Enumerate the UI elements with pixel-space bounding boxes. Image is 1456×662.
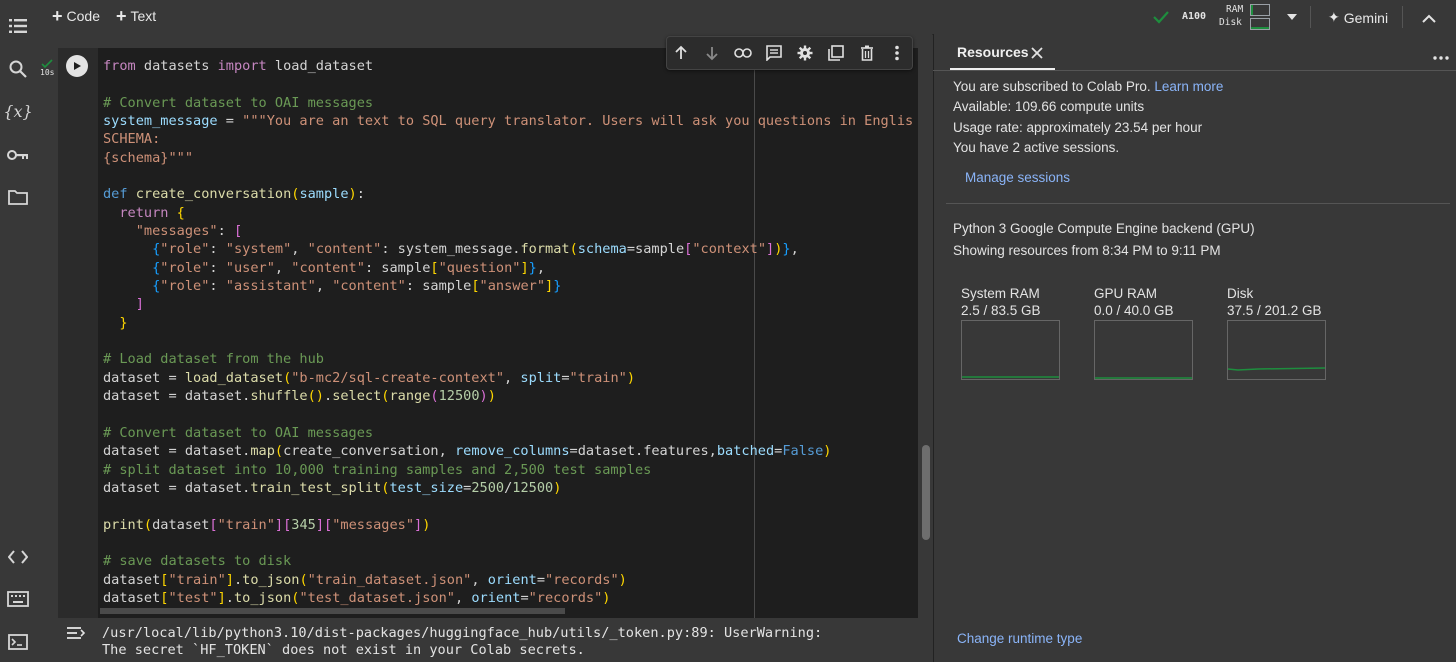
code-line[interactable]: # Convert dataset to OAI messages	[103, 94, 373, 112]
code-line[interactable]: dataset = load_dataset("b-mc2/sql-create…	[103, 369, 635, 387]
code-line[interactable]: dataset["train"].to_json("train_dataset.…	[103, 571, 627, 589]
resource-value: 37.5 / 201.2 GB	[1227, 303, 1322, 318]
ram-label: RAM	[1226, 4, 1244, 15]
usage-rate: Usage rate: approximately 23.54 per hour	[953, 120, 1203, 135]
panel-more-icon[interactable]	[1433, 47, 1449, 65]
move-up-icon[interactable]	[671, 43, 691, 63]
link-icon[interactable]	[733, 43, 753, 63]
code-line[interactable]: {"role": "assistant", "content": sample[…	[103, 277, 561, 295]
code-line[interactable]: # split dataset into 10,000 training sam…	[103, 461, 651, 479]
code-line[interactable]: from datasets import load_dataset	[103, 57, 373, 75]
runtime-resources-button[interactable]: A100 RAM Disk	[1182, 0, 1272, 34]
subscription-text: You are subscribed to Colab Pro. Learn m…	[953, 79, 1224, 94]
top-toolbar: + Code + Text A100 RAM Disk ✦ Gemini	[36, 0, 1456, 35]
key-icon[interactable]	[6, 143, 30, 167]
delete-icon[interactable]	[857, 43, 877, 63]
add-code-button[interactable]: + Code	[52, 6, 100, 26]
tab-resources[interactable]: Resources	[957, 44, 1029, 60]
gemini-label: Gemini	[1343, 9, 1389, 26]
backend-info: Python 3 Google Compute Engine backend (…	[953, 221, 1255, 236]
learn-more-link[interactable]: Learn more	[1154, 79, 1223, 94]
add-code-label: Code	[66, 8, 100, 24]
code-line[interactable]: ]	[103, 295, 144, 313]
more-options-icon[interactable]	[887, 43, 907, 63]
divider	[946, 203, 1450, 204]
mirror-cell-icon[interactable]	[826, 43, 846, 63]
runtime-dropdown-icon[interactable]	[1286, 10, 1298, 28]
notebook-scrollbar-track	[920, 34, 932, 662]
notebook-scrollbar-thumb[interactable]	[922, 445, 930, 540]
code-line[interactable]: "messages": [	[103, 222, 242, 240]
command-palette-icon[interactable]	[6, 587, 30, 611]
code-line[interactable]: # Convert dataset to OAI messages	[103, 424, 373, 442]
code-line[interactable]: dataset = dataset.train_test_split(test_…	[103, 479, 561, 497]
code-snippets-icon[interactable]	[6, 545, 30, 569]
resource-label: System RAM	[961, 286, 1040, 301]
comment-icon[interactable]	[764, 43, 784, 63]
code-line[interactable]: print(dataset["train"][345]["messages"])	[103, 516, 430, 534]
cell-gutter	[58, 48, 98, 618]
code-line[interactable]: SCHEMA:	[103, 130, 160, 148]
disk-meter	[1250, 18, 1270, 30]
gemini-button[interactable]: ✦ Gemini	[1328, 9, 1388, 26]
code-line[interactable]: dataset["test"].to_json("test_dataset.js…	[103, 589, 610, 607]
horizontal-scrollbar[interactable]	[100, 608, 565, 614]
code-line[interactable]: system_message = """You are an text to S…	[103, 112, 913, 130]
terminal-icon[interactable]	[6, 630, 30, 654]
add-text-label: Text	[130, 8, 157, 24]
resource-label: Disk	[1227, 286, 1254, 301]
code-line[interactable]: }	[103, 314, 127, 332]
line-length-ruler	[754, 48, 755, 618]
resource-value: 2.5 / 83.5 GB	[961, 303, 1041, 318]
gpu-ram-chart	[1094, 320, 1193, 380]
active-sessions: You have 2 active sessions.	[953, 140, 1120, 155]
table-of-contents-icon[interactable]	[6, 14, 30, 38]
close-icon[interactable]	[1031, 46, 1043, 64]
disk-label: Disk	[1219, 17, 1242, 28]
gpu-label: A100	[1182, 11, 1207, 22]
active-tab-indicator	[950, 68, 1055, 70]
left-sidebar: {x}	[0, 0, 37, 662]
variables-icon[interactable]: {x}	[3, 99, 32, 123]
code-line[interactable]: def create_conversation(sample):	[103, 185, 365, 203]
manage-sessions-link[interactable]: Manage sessions	[965, 170, 1070, 185]
move-down-icon[interactable]	[702, 43, 722, 63]
disk-chart	[1227, 320, 1326, 380]
run-cell-button[interactable]	[66, 55, 88, 77]
folder-icon[interactable]	[6, 185, 30, 209]
plus-icon: +	[52, 6, 63, 26]
add-text-button[interactable]: + Text	[116, 6, 157, 26]
disk-usage-line	[1227, 367, 1326, 371]
code-line[interactable]: # Load dataset from the hub	[103, 350, 324, 368]
change-runtime-type-link[interactable]: Change runtime type	[957, 631, 1082, 646]
execution-time: 10s	[40, 68, 55, 77]
resource-value: 0.0 / 40.0 GB	[1094, 303, 1174, 318]
plus-icon: +	[116, 6, 127, 26]
sparkle-icon: ✦	[1328, 9, 1340, 25]
play-icon	[74, 62, 81, 70]
code-line[interactable]: return {	[103, 204, 184, 222]
time-range: Showing resources from 8:34 PM to 9:11 P…	[953, 243, 1221, 258]
code-line[interactable]: dataset = dataset.shuffle().select(range…	[103, 387, 496, 405]
system-ram-chart	[961, 320, 1060, 380]
output-line: /usr/local/lib/python3.10/dist-packages/…	[102, 625, 823, 641]
code-line[interactable]: # save datasets to disk	[103, 552, 291, 570]
code-line[interactable]: {"role": "system", "content": system_mes…	[103, 240, 799, 258]
code-line[interactable]: dataset = dataset.map(create_conversatio…	[103, 442, 831, 460]
cell-toolbar	[666, 36, 913, 70]
ram-meter	[1250, 4, 1270, 16]
output-line: The secret `HF_TOKEN` does not exist in …	[102, 642, 585, 658]
code-line[interactable]: {schema}"""	[103, 149, 193, 167]
collapse-icon[interactable]	[1422, 11, 1436, 29]
available-units: Available: 109.66 compute units	[953, 99, 1145, 114]
code-line[interactable]: {"role": "user", "content": sample["ques…	[103, 259, 545, 277]
output-actions-icon[interactable]	[66, 626, 86, 645]
resource-label: GPU RAM	[1094, 286, 1158, 301]
search-icon[interactable]	[6, 57, 30, 81]
gear-icon[interactable]	[795, 43, 815, 63]
connected-check-icon	[1152, 9, 1170, 30]
